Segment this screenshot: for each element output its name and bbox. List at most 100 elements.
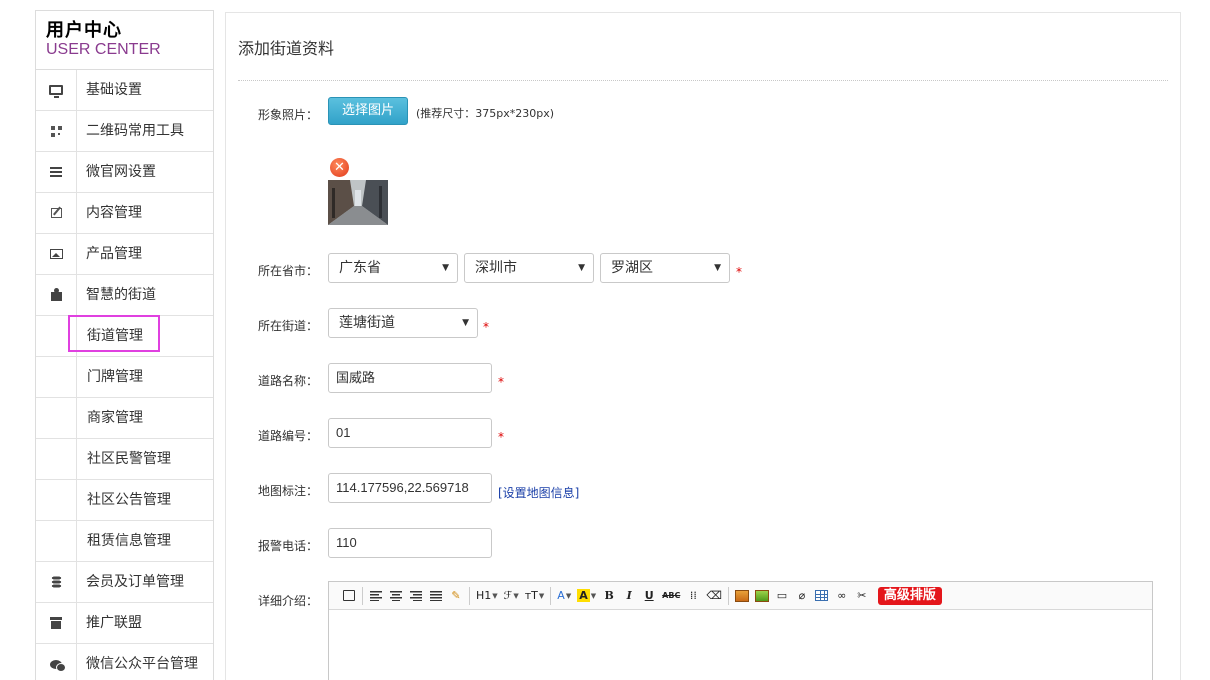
sidebar-subitem-police[interactable]: 社区民警管理 [36, 439, 213, 480]
sidebar-item-content-management[interactable]: 内容管理 [36, 193, 213, 234]
required-mark: * [736, 265, 742, 279]
set-map-info-link[interactable]: [设置地图信息] [498, 484, 579, 501]
sidebar-subitem-house-number[interactable]: 门牌管理 [36, 357, 213, 398]
background-color-label: A [577, 589, 590, 602]
district-value: 罗湖区 [611, 260, 653, 276]
align-justify-icon[interactable] [426, 586, 446, 606]
insert-table-icon[interactable] [812, 586, 832, 606]
dotted-grid-icon[interactable]: ⁞⁞ [683, 586, 703, 606]
road-code-input[interactable]: 01 [328, 418, 492, 448]
database-icon [50, 576, 62, 588]
italic-button[interactable]: I [619, 586, 639, 606]
street-label: 所在街道： [258, 319, 319, 333]
list-icon [50, 167, 62, 177]
font-family-label: ℱ [503, 589, 513, 602]
district-select[interactable]: 罗湖区 ▼ [600, 253, 730, 283]
font-color-dropdown[interactable]: A ▼ [554, 586, 574, 606]
sidebar-item-label: 商家管理 [87, 410, 143, 426]
font-family-dropdown[interactable]: ℱ ▼ [501, 586, 522, 606]
required-mark: * [498, 430, 504, 444]
sidebar-subitem-merchant[interactable]: 商家管理 [36, 398, 213, 439]
bold-button[interactable]: B [599, 586, 619, 606]
sidebar-item-label: 推广联盟 [86, 615, 142, 631]
required-mark: * [498, 375, 504, 389]
sidebar-item-smart-street[interactable]: 智慧的街道 [36, 275, 213, 316]
user-center-header: 用户中心 USER CENTER [36, 11, 213, 70]
insert-video-icon[interactable]: ▭ [772, 586, 792, 606]
detail-label: 详细介绍： [258, 594, 319, 608]
map-label: 地图标注： [258, 484, 319, 498]
monitor-icon [49, 85, 63, 98]
map-coordinates-input[interactable]: 114.177596,22.569718 [328, 473, 492, 503]
road-name-label: 道路名称： [258, 374, 319, 388]
bold-label: B [604, 589, 614, 602]
sidebar-item-microsite-settings[interactable]: 微官网设置 [36, 152, 213, 193]
sidebar-item-product-management[interactable]: 产品管理 [36, 234, 213, 275]
sidebar-item-label: 二维码常用工具 [86, 123, 184, 139]
chevron-down-icon: ▼ [442, 263, 449, 273]
image-size-hint: (推荐尺寸：375px*230px) [416, 107, 555, 120]
italic-label: I [626, 589, 632, 602]
user-center-subtitle: USER CENTER [46, 41, 161, 58]
heading-dropdown[interactable]: H1 ▼ [473, 586, 501, 606]
city-select[interactable]: 深圳市 ▼ [464, 253, 594, 283]
unlink-icon[interactable]: ✂ [852, 586, 872, 606]
advanced-layout-button[interactable]: 高级排版 [877, 586, 942, 605]
background-color-dropdown[interactable]: A ▼ [574, 586, 599, 606]
sidebar-item-members-orders[interactable]: 会员及订单管理 [36, 562, 213, 603]
sidebar-item-wechat[interactable]: 微信公众平台管理 [36, 644, 213, 680]
user-center-title: 用户中心 [46, 20, 122, 41]
align-right-icon[interactable] [406, 586, 426, 606]
sidebar-item-label: 社区民警管理 [87, 451, 171, 467]
insert-image-icon[interactable] [732, 586, 752, 606]
city-value: 深圳市 [475, 260, 517, 276]
sidebar-item-qrcode-tools[interactable]: 二维码常用工具 [36, 111, 213, 152]
align-left-icon[interactable] [366, 586, 386, 606]
insert-multi-image-icon[interactable] [752, 586, 772, 606]
puzzle-icon [50, 288, 62, 301]
main-panel: 添加街道资料 形象照片： 选择图片 (推荐尺寸：375px*230px) ✕ 所… [225, 12, 1181, 680]
province-city-label: 所在省市： [258, 264, 319, 278]
phone-label: 报警电话： [258, 539, 319, 553]
editor-toolbar: ✎ H1 ▼ ℱ ▼ тT ▼ A ▼ A ▼ B I U ABC ⁞⁞ ⌫ ▭ ⌀ ∞ … [329, 582, 1152, 610]
sidebar-subitem-notice[interactable]: 社区公告管理 [36, 480, 213, 521]
link-icon[interactable]: ∞ [832, 586, 852, 606]
eraser-icon[interactable]: ⌫ [703, 586, 725, 606]
province-value: 广东省 [339, 260, 381, 276]
delete-image-icon[interactable]: ✕ [330, 158, 349, 177]
align-center-icon[interactable] [386, 586, 406, 606]
police-phone-input[interactable]: 110 [328, 528, 492, 558]
paste-icon[interactable] [339, 586, 359, 606]
rich-text-editor[interactable]: ✎ H1 ▼ ℱ ▼ тT ▼ A ▼ A ▼ B I U ABC ⁞⁞ ⌫ ▭ ⌀ ∞ … [328, 581, 1153, 680]
edit-icon [50, 208, 62, 218]
sidebar-item-label: 内容管理 [86, 205, 142, 221]
street-value: 莲塘街道 [339, 315, 395, 331]
sidebar-item-label: 微官网设置 [86, 164, 156, 180]
sidebar-item-basic-settings[interactable]: 基础设置 [36, 70, 213, 111]
choose-image-button[interactable]: 选择图片 [328, 97, 408, 125]
font-size-label: тT [524, 589, 538, 602]
underline-button[interactable]: U [639, 586, 659, 606]
chat-icon [50, 659, 66, 672]
underline-label: U [644, 589, 654, 602]
sidebar-item-promotion[interactable]: 推广联盟 [36, 603, 213, 644]
road-name-input[interactable]: 国威路 [328, 363, 492, 393]
sidebar-item-label: 产品管理 [86, 246, 142, 262]
sidebar-item-label: 门牌管理 [87, 369, 143, 385]
heading-label: H1 [476, 589, 492, 602]
font-size-dropdown[interactable]: тT ▼ [522, 586, 548, 606]
sidebar-item-label: 会员及订单管理 [86, 574, 184, 590]
sidebar-item-label: 智慧的街道 [86, 287, 156, 303]
page-title: 添加街道资料 [238, 39, 335, 58]
font-color-label: A [557, 589, 565, 602]
format-brush-icon[interactable]: ✎ [446, 586, 466, 606]
strikethrough-button[interactable]: ABC [659, 586, 683, 606]
chevron-down-icon: ▼ [578, 263, 585, 273]
province-select[interactable]: 广东省 ▼ [328, 253, 458, 283]
sidebar-item-label: 社区公告管理 [87, 492, 171, 508]
sidebar-item-label: 基础设置 [86, 82, 142, 98]
highlight-box [68, 315, 160, 352]
attachment-icon[interactable]: ⌀ [792, 586, 812, 606]
sidebar-subitem-rental[interactable]: 租赁信息管理 [36, 521, 213, 562]
street-select[interactable]: 莲塘街道 ▼ [328, 308, 478, 338]
